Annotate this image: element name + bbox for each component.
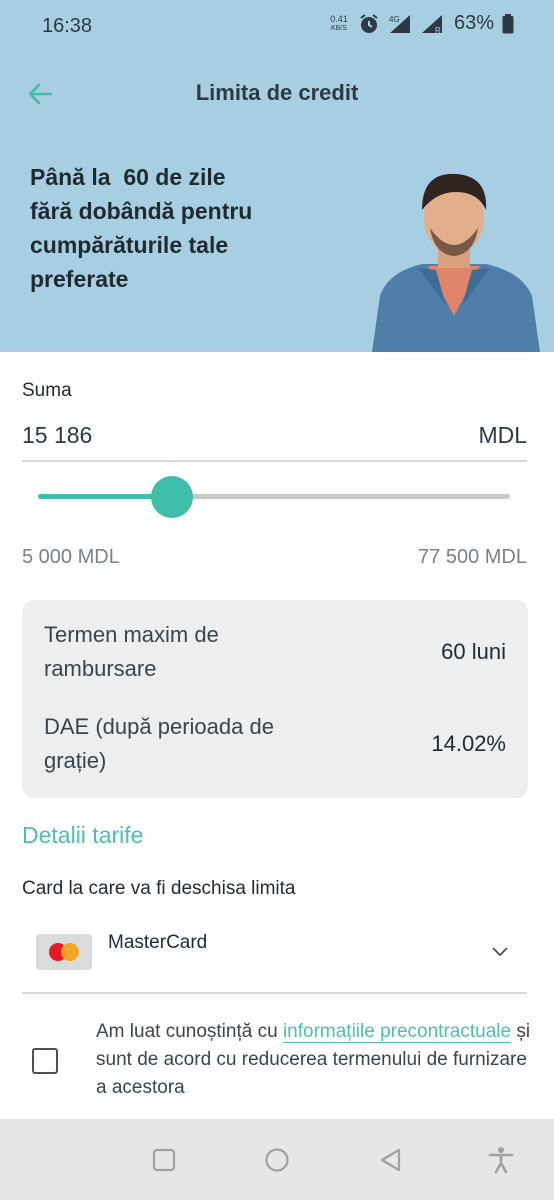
slider-max-label: 77 500 MDL [418,546,527,568]
promo-text: Până la 60 de zile fără dobândă pentru c… [30,160,330,296]
signal-4g-icon: 4G [389,14,410,33]
network-speed: 0.41 KB/S [328,13,350,33]
slider-min-label: 5 000 MDL [22,546,120,568]
tariff-details-link[interactable]: Detalii tarife [22,822,143,849]
accessibility-icon[interactable] [486,1145,516,1175]
amount-value[interactable]: 15 186 [22,422,92,460]
promo-line-4: preferate [30,266,129,292]
app-header: Limita de credit [0,66,554,122]
hero-banner: 16:38 0.41 KB/S 4G R 63% Limita de credi… [0,0,554,352]
consent-checkbox[interactable] [32,1048,58,1074]
network-type-label: 4G [389,15,400,24]
term-label: Termen maxim de rambursare [44,622,219,681]
alarm-icon [360,13,378,33]
card-name: MasterCard [108,932,208,953]
signal-roaming-icon: R [421,14,442,35]
dae-value: 14.02% [431,731,506,756]
status-bar: 16:38 0.41 KB/S 4G R 63% [0,0,554,54]
recent-apps-icon[interactable] [149,1145,179,1175]
network-speed-value: 0.41 [330,13,348,24]
chevron-down-icon[interactable] [489,940,511,962]
promo-line-1: Până la 60 de zile [30,164,226,190]
status-icons: 0.41 KB/S 4G R 63% [328,12,514,35]
dae-label: DAE (după perioada de grație) [44,714,274,773]
roaming-label: R [435,26,441,35]
amount-slider[interactable] [38,476,510,520]
battery-icon [502,13,514,33]
system-nav-bar [0,1119,554,1200]
status-time: 16:38 [42,15,93,37]
dae-row: DAE (după perioada de grație) 14.02% [44,710,506,778]
back-nav-icon[interactable] [376,1145,406,1175]
person-photo [372,173,540,352]
home-icon[interactable] [262,1145,292,1175]
amount-label: Suma [22,380,72,401]
card-label: Card la care va fi deschisa limita [22,878,296,899]
network-speed-unit: KB/S [330,24,347,32]
consent-text: Am luat cunoștință cu informațiile preco… [96,1018,536,1102]
precontract-info-link[interactable]: informațiile precontractuale [282,1021,512,1043]
promo-line-3: cumpărăturile tale [30,232,229,258]
promo-line-2: fără dobândă pentru [30,198,253,224]
slider-thumb[interactable] [151,476,194,518]
battery-percent: 63% [453,12,494,34]
amount-currency: MDL [478,422,527,448]
card-select[interactable]: MasterCard [22,920,527,994]
consent-text-before: Am luat cunoștință cu [96,1021,283,1042]
term-value: 60 luni [441,639,506,664]
mastercard-logo-icon [36,934,92,970]
term-row: Termen maxim de rambursare 60 luni [44,618,506,686]
credit-info-box: Termen maxim de rambursare 60 luni DAE (… [22,600,528,798]
page-title: Limita de credit [195,80,359,105]
amount-input[interactable]: 15 186 MDL [22,422,527,462]
